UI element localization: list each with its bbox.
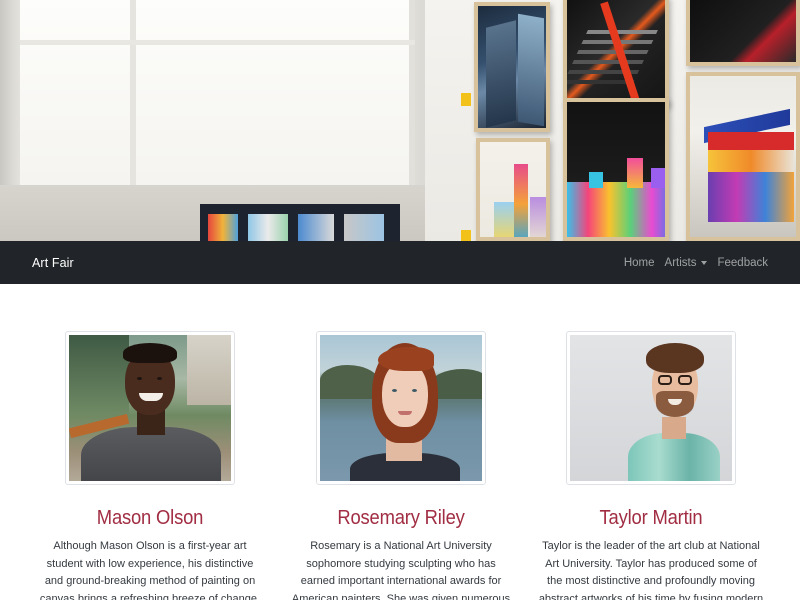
brand-link[interactable]: Art Fair	[32, 256, 74, 270]
caret-down-icon	[701, 260, 708, 265]
artist-name: Mason Olson	[96, 507, 204, 529]
painting-castle-sketch	[476, 138, 550, 241]
artist-photo-mason	[69, 335, 231, 481]
artist-bio: Rosemary is a National Art University so…	[291, 540, 511, 600]
artist-bio: Although Mason Olson is a first-year art…	[39, 540, 261, 600]
artist-name: Rosemary Riley	[337, 507, 465, 529]
painting-dark-abstract	[686, 0, 800, 66]
artist-photo-frame	[566, 331, 736, 485]
artist-card: Rosemary Riley Rosemary is a National Ar…	[286, 331, 516, 600]
artist-photo-taylor	[570, 335, 732, 481]
gallery-bench-artwork	[200, 204, 400, 241]
artist-photo-rosemary	[320, 335, 482, 481]
nav-link-feedback[interactable]: Feedback	[717, 257, 768, 269]
artist-photo-frame	[316, 331, 486, 485]
artist-bio: Taylor is the leader of the art club at …	[538, 540, 764, 600]
nav-dropdown-artists-label: Artists	[664, 256, 697, 269]
artist-card: Mason Olson Although Mason Olson is a fi…	[35, 331, 265, 600]
artist-photo-frame	[65, 331, 235, 485]
nav-dropdown-artists[interactable]: Artists	[665, 257, 708, 269]
artists-section: Mason Olson Although Mason Olson is a fi…	[0, 284, 800, 600]
wall-label	[461, 230, 471, 241]
painting-staircase	[563, 0, 669, 106]
top-navbar: Art Fair Home Artists Feedback	[0, 241, 800, 284]
gallery-window	[20, 0, 415, 185]
nav-links: Home Artists Feedback	[624, 257, 768, 269]
painting-colorful-houses	[686, 72, 800, 241]
painting-building	[474, 2, 550, 132]
hero-gallery-image	[0, 0, 800, 241]
painting-colorful-city	[563, 98, 669, 241]
wall-label	[461, 93, 471, 106]
nav-link-home[interactable]: Home	[624, 257, 655, 269]
artist-card: Taylor Martin Taylor is the leader of th…	[536, 331, 766, 600]
artist-name: Taylor Martin	[599, 507, 703, 529]
